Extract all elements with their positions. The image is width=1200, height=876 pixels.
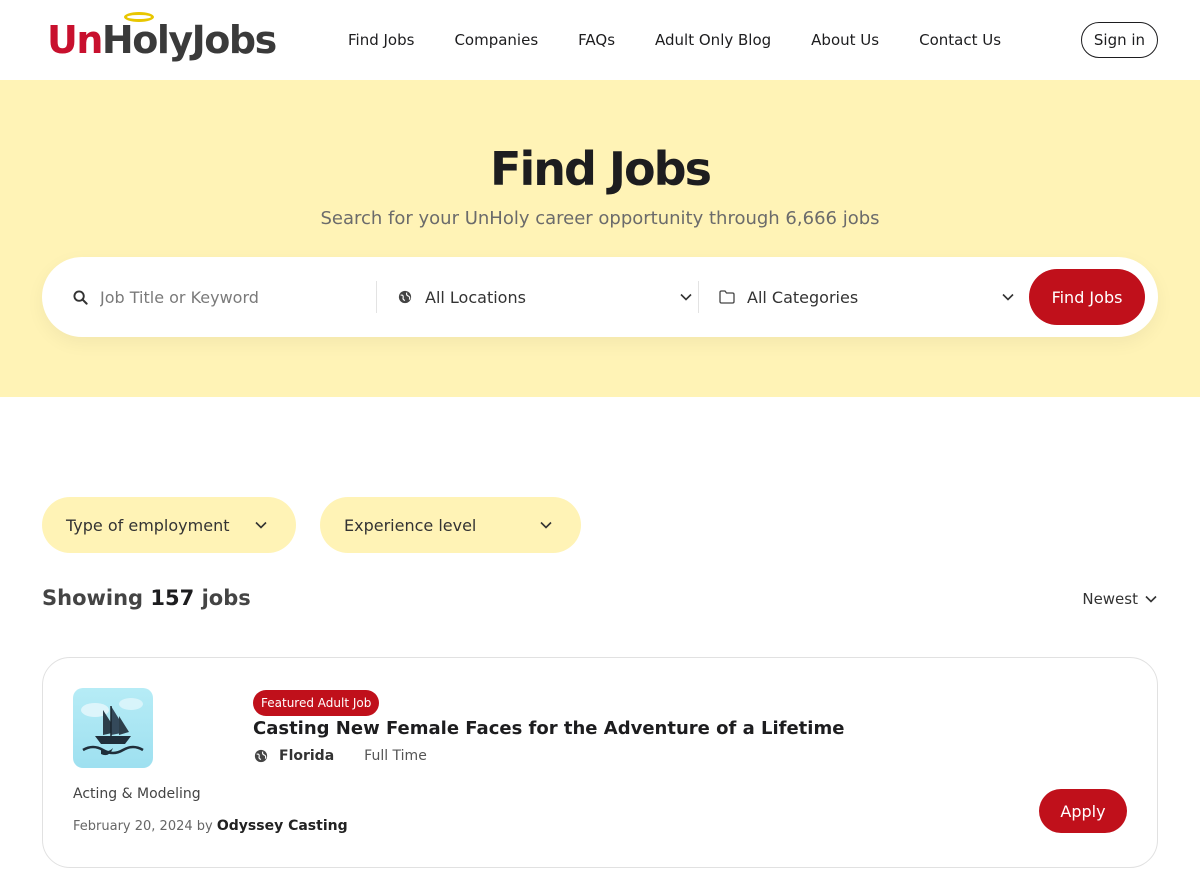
- category-value: All Categories: [747, 287, 859, 307]
- site-header: Un HolyJobs Find Jobs Companies FAQs Adul…: [0, 0, 1200, 80]
- job-posted: February 20, 2024 by Odyssey Casting: [73, 818, 348, 834]
- logo-un-text: Un: [47, 18, 103, 62]
- main-nav: Find Jobs Companies FAQs Adult Only Blog…: [348, 0, 1041, 80]
- site-logo[interactable]: Un HolyJobs: [47, 12, 278, 64]
- chevron-down-icon: [254, 518, 268, 532]
- chevron-down-icon: [679, 290, 693, 304]
- chevron-down-icon: [1001, 290, 1015, 304]
- company-link[interactable]: Odyssey Casting: [217, 818, 348, 834]
- featured-badge: Featured Adult Job: [253, 690, 380, 716]
- nav-faqs[interactable]: FAQs: [578, 31, 615, 49]
- experience-level-filter[interactable]: Experience level: [320, 497, 581, 553]
- category-select[interactable]: All Categories: [719, 257, 1019, 337]
- results-number: 157: [150, 586, 195, 610]
- sort-dropdown[interactable]: Newest: [1082, 590, 1158, 608]
- search-divider: [376, 281, 377, 313]
- employment-type-filter[interactable]: Type of employment: [42, 497, 296, 553]
- sign-in-button[interactable]: Sign in: [1081, 22, 1158, 58]
- nav-adult-only-blog[interactable]: Adult Only Blog: [655, 31, 771, 49]
- job-title[interactable]: Casting New Female Faces for the Adventu…: [253, 718, 844, 739]
- results-prefix: Showing: [42, 586, 144, 610]
- location-select[interactable]: All Locations: [397, 257, 697, 337]
- job-search-bar: All Locations All Categories Find Jobs: [42, 257, 1158, 337]
- job-category: Acting & Modeling: [73, 786, 201, 802]
- hero-subtitle: Search for your UnHoly career opportunit…: [320, 208, 880, 229]
- chevron-down-icon: [1144, 592, 1158, 606]
- search-divider: [698, 281, 699, 313]
- apply-button[interactable]: Apply: [1039, 789, 1127, 833]
- company-logo[interactable]: [73, 688, 153, 768]
- find-jobs-button[interactable]: Find Jobs: [1029, 269, 1145, 325]
- halo-icon: [123, 12, 154, 22]
- job-meta: Florida Full Time: [253, 748, 427, 764]
- search-icon: [72, 289, 88, 305]
- job-type: Full Time: [364, 748, 427, 764]
- job-card[interactable]: Featured Adult Job Casting New Female Fa…: [42, 657, 1158, 868]
- chevron-down-icon: [539, 518, 553, 532]
- globe-icon: [397, 289, 413, 305]
- nav-contact-us[interactable]: Contact Us: [919, 31, 1001, 49]
- logo-holy-text: Holy: [102, 12, 193, 62]
- keyword-input[interactable]: [100, 287, 350, 307]
- location-value: All Locations: [425, 287, 526, 307]
- logo-jobs-text: Jobs: [191, 18, 278, 62]
- experience-level-label: Experience level: [344, 515, 477, 535]
- job-location: Florida: [279, 748, 335, 764]
- employment-type-label: Type of employment: [66, 515, 230, 535]
- sort-label: Newest: [1082, 590, 1138, 608]
- page-title: Find Jobs: [490, 142, 712, 196]
- results-count: Showing 157 jobs: [42, 586, 251, 610]
- job-date: February 20, 2024 by: [73, 819, 213, 834]
- hero-section: Find Jobs Search for your UnHoly career …: [0, 80, 1200, 397]
- globe-icon: [253, 748, 269, 764]
- nav-companies[interactable]: Companies: [454, 31, 538, 49]
- results-suffix: jobs: [201, 586, 251, 610]
- nav-about-us[interactable]: About Us: [811, 31, 879, 49]
- folder-icon: [719, 289, 735, 305]
- keyword-field: [72, 257, 376, 337]
- nav-find-jobs[interactable]: Find Jobs: [348, 31, 414, 49]
